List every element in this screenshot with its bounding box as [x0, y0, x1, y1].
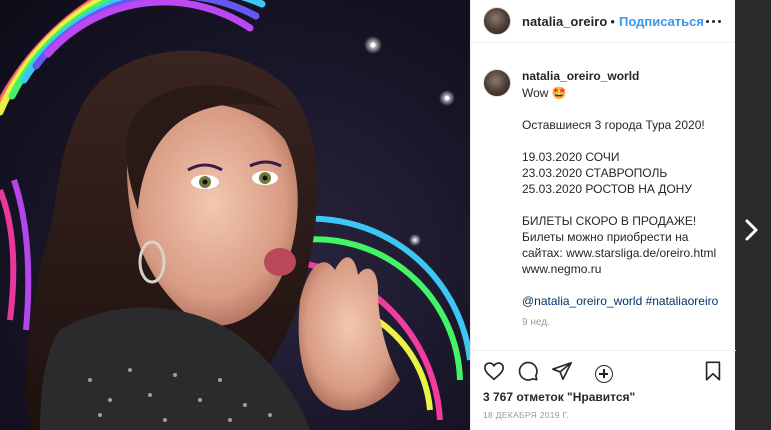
- caption-line: Wow 🤩: [522, 86, 567, 100]
- caption-username[interactable]: natalia_oreiro_world: [522, 69, 718, 83]
- caption-body: natalia_oreiro_world Wow 🤩 Оставшиеся 3 …: [522, 69, 718, 350]
- header-username[interactable]: natalia_oreiro_w: [522, 14, 607, 29]
- post-photo[interactable]: [0, 0, 470, 430]
- caption-tags-link[interactable]: @natalia_oreiro_world #nataliaoreiro: [522, 293, 718, 309]
- caption-line: [522, 277, 718, 293]
- bookmark-icon[interactable]: [702, 360, 724, 382]
- caption-line: сайтах: www.starsliga.de/oreiro.html: [522, 246, 717, 260]
- post-header: natalia_oreiro_w • Подписаться: [471, 0, 735, 43]
- header-separator: •: [610, 13, 615, 29]
- share-icon[interactable]: [551, 360, 573, 382]
- more-options-icon[interactable]: [704, 16, 723, 27]
- caption-line: БИЛЕТЫ СКОРО В ПРОДАЖЕ!: [522, 214, 697, 228]
- avatar[interactable]: [483, 7, 511, 35]
- caption-avatar[interactable]: [483, 69, 511, 97]
- caption-line: Билеты можно приобрести на: [522, 230, 689, 244]
- caption-comment: natalia_oreiro_world Wow 🤩 Оставшиеся 3 …: [471, 43, 735, 383]
- post-actions: 3 767 отметок "Нравится" 18 ДЕКАБРЯ 2019…: [471, 350, 736, 420]
- modal-backdrop: [735, 0, 771, 430]
- photo-illustration: [0, 0, 470, 430]
- caption-line: 19.03.2020 СОЧИ: [522, 150, 620, 164]
- caption-line: 23.03.2020 СТАВРОПОЛЬ: [522, 166, 668, 180]
- caption-line: www.negmo.ru: [522, 262, 602, 276]
- chevron-right-icon[interactable]: [742, 218, 762, 242]
- post-modal: natalia_oreiro_w • Подписаться natalia_o…: [0, 0, 771, 430]
- caption-line: [522, 101, 718, 117]
- caption-timestamp[interactable]: 9 нед.: [522, 315, 718, 331]
- action-icons: [483, 359, 724, 383]
- caption-line: [522, 133, 718, 149]
- caption-line: [522, 197, 718, 213]
- follow-button[interactable]: Подписаться: [619, 14, 704, 29]
- comment-icon[interactable]: [517, 360, 539, 382]
- likes-count[interactable]: 3 767 отметок "Нравится": [483, 390, 724, 404]
- caption-line: Оставшиеся 3 города Тура 2020!: [522, 118, 705, 132]
- post-details-panel: natalia_oreiro_w • Подписаться natalia_o…: [470, 0, 736, 430]
- post-date[interactable]: 18 ДЕКАБРЯ 2019 Г.: [483, 410, 724, 420]
- heart-icon[interactable]: [483, 360, 505, 382]
- caption-line: 25.03.2020 РОСТОВ НА ДОНУ: [522, 182, 692, 196]
